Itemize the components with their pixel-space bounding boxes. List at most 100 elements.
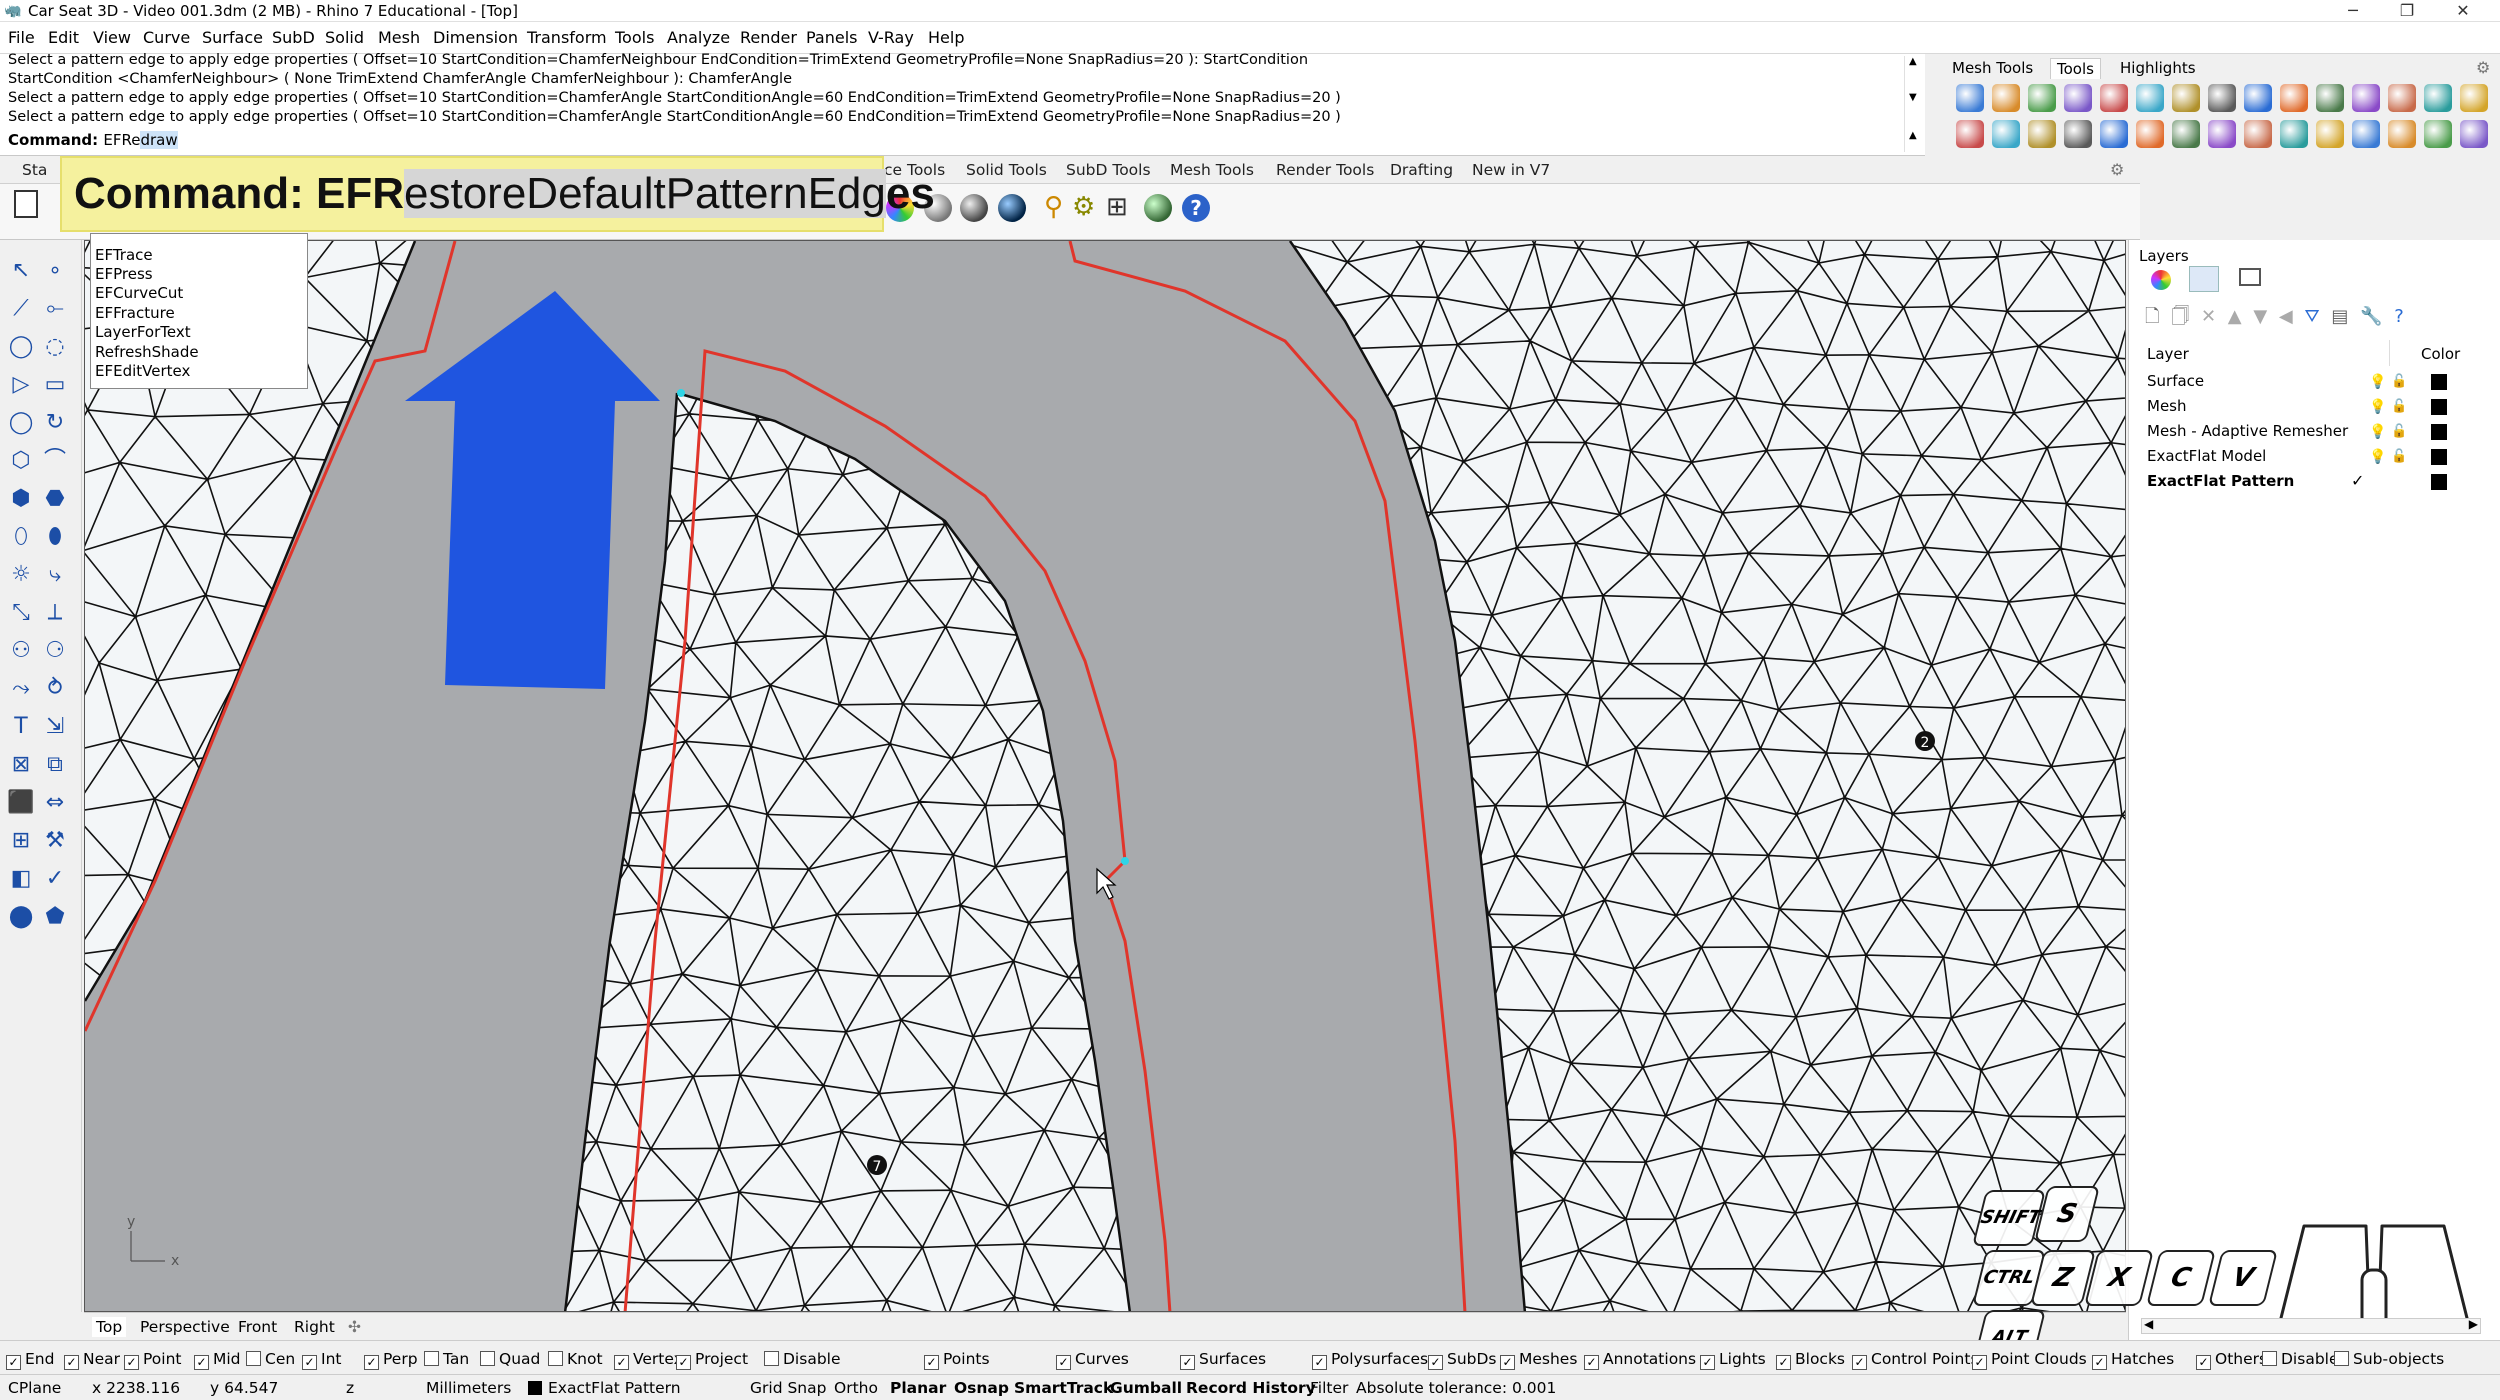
command-prompt[interactable]: Command: EFRedraw <box>8 130 178 150</box>
filter-points[interactable]: ✓ Points <box>924 1349 990 1370</box>
tab-standard[interactable]: Sta <box>22 160 47 180</box>
cplane-label[interactable]: CPlane <box>8 1378 61 1398</box>
checkbox[interactable]: ✓ <box>1180 1355 1195 1370</box>
scroll-spin-icon[interactable]: ▲ <box>1909 130 1917 141</box>
layer-color-swatch[interactable] <box>2431 449 2447 465</box>
move-up-icon[interactable]: ▲ <box>2228 306 2242 327</box>
filter-icon[interactable]: ⛛ <box>2305 306 2320 327</box>
checkbox[interactable]: ✓ <box>614 1355 629 1370</box>
rendered-sphere-icon[interactable] <box>960 194 988 222</box>
mesh-tool-icon[interactable] <box>2172 84 2200 112</box>
tab-top-viewport[interactable]: Top <box>92 1317 127 1337</box>
new-layer-icon[interactable]: 🗋 <box>2145 306 2159 327</box>
checkbox[interactable]: ✓ <box>1776 1355 1791 1370</box>
mesh-tool-icon[interactable] <box>2460 84 2488 112</box>
checkbox[interactable] <box>424 1351 439 1366</box>
text-tool-icon[interactable]: T <box>6 712 36 742</box>
visibility-bulb-icon[interactable]: 💡 <box>2369 424 2386 440</box>
filter-hatches[interactable]: ✓ Hatches <box>2092 1349 2174 1370</box>
mesh-tool-icon[interactable] <box>2136 120 2164 148</box>
checkbox[interactable]: ✓ <box>1312 1355 1327 1370</box>
layer-color-swatch[interactable] <box>2431 424 2447 440</box>
autocomplete-item[interactable]: EFTrace <box>95 246 153 265</box>
paint-tool-icon[interactable]: ⬟ <box>40 902 70 932</box>
osnap-disable[interactable]: Disable <box>764 1349 841 1369</box>
new-sublayer-icon[interactable]: 🗍 <box>2171 306 2189 327</box>
array-tool-icon[interactable]: ⧉ <box>40 750 70 780</box>
fillet-tool-icon[interactable]: ⚆ <box>40 636 70 666</box>
render-mesh-tool-icon[interactable]: ⬛ <box>6 788 36 818</box>
polyline-tool-icon[interactable]: ⟋ <box>6 294 36 324</box>
autocomplete-item[interactable]: EFFracture <box>95 304 175 323</box>
tab-drafting[interactable]: Drafting <box>1390 160 1453 180</box>
analyze-tool-icon[interactable]: ⚒ <box>40 826 70 856</box>
mesh-tool-icon[interactable] <box>2352 120 2380 148</box>
visibility-bulb-icon[interactable]: 💡 <box>2369 374 2386 390</box>
display-tab-icon[interactable] <box>2239 268 2261 286</box>
checkbox[interactable] <box>246 1351 261 1366</box>
surface-tool-icon[interactable]: ⬡ <box>6 446 36 476</box>
osnap-tan[interactable]: Tan <box>424 1349 469 1369</box>
ortho-toggle[interactable]: Ortho <box>834 1378 878 1398</box>
visibility-bulb-icon[interactable]: 💡 <box>2369 449 2386 465</box>
mesh-surface-right[interactable] <box>1254 241 2126 1312</box>
arc-tool-icon[interactable]: ◯ <box>6 408 36 438</box>
project-tool-icon[interactable]: ⟂ <box>40 598 70 628</box>
blend-tool-icon[interactable]: ⚇ <box>6 636 36 666</box>
menu-vray[interactable]: V-Ray <box>868 27 914 49</box>
point-tool-icon[interactable]: ∘ <box>40 256 70 286</box>
ellipse-tool-icon[interactable]: ◌ <box>40 332 70 362</box>
layers-tab-icon[interactable] <box>2189 266 2219 292</box>
filter-annotations[interactable]: ✓ Annotations <box>1584 1349 1696 1370</box>
checkbox[interactable]: ✓ <box>1500 1355 1515 1370</box>
record-history-toggle[interactable]: Record History <box>1186 1378 1316 1398</box>
viewport-canvas[interactable]: 2 7 y x <box>85 241 2126 1312</box>
filter-polysurfaces[interactable]: ✓ Polysurfaces <box>1312 1349 1428 1370</box>
lock-open-icon[interactable]: 🔓 <box>2391 399 2407 415</box>
rectangle-tool-icon[interactable]: ▭ <box>40 370 70 400</box>
osnap-point[interactable]: ✓ Point <box>124 1349 182 1370</box>
mesh-tool-icon[interactable] <box>2028 84 2056 112</box>
snap-grid-icon[interactable]: ⊞ <box>1106 192 1128 222</box>
offset-tool-icon[interactable]: ⤳ <box>6 674 36 704</box>
curve-tool-icon[interactable]: ⟜ <box>40 294 70 324</box>
menu-mesh[interactable]: Mesh <box>378 27 420 49</box>
mesh-tool-icon[interactable] <box>2100 84 2128 112</box>
checkbox[interactable]: ✓ <box>2092 1355 2107 1370</box>
select-tool-icon[interactable]: ↖ <box>6 256 36 286</box>
mesh-tool-icon[interactable] <box>2388 84 2416 112</box>
new-document-icon[interactable] <box>14 190 38 218</box>
mesh-tool-icon[interactable] <box>2100 120 2128 148</box>
tab-tools[interactable]: Tools <box>2050 58 2101 79</box>
tab-mesh-tools-main[interactable]: Mesh Tools <box>1170 160 1254 180</box>
loft-tool-icon[interactable]: ⌒ <box>40 446 70 476</box>
extrude-tool-icon[interactable]: ⬯ <box>6 522 36 552</box>
settings-gear-icon[interactable]: ⚙ <box>1072 192 1095 222</box>
boolean-tool-icon[interactable]: ⬣ <box>40 484 70 514</box>
grid-snap-toggle[interactable]: Grid Snap <box>750 1378 826 1398</box>
cylinder-tool-icon[interactable]: ⬮ <box>40 522 70 552</box>
history-scrollbar[interactable]: ▲ ▼ ▲ <box>1904 56 1922 152</box>
layer-column-header[interactable]: Layer <box>2147 344 2189 364</box>
cycle-tool-icon[interactable]: ⥁ <box>40 674 70 704</box>
grid-tool-icon[interactable]: ⊞ <box>6 826 36 856</box>
arrow-curve-tool-icon[interactable]: ⤷ <box>40 560 70 590</box>
tab-mesh-tools[interactable]: Mesh Tools <box>1946 58 2039 78</box>
environment-icon[interactable] <box>1144 194 1172 222</box>
menu-file[interactable]: File <box>8 27 35 49</box>
checkbox[interactable] <box>764 1351 779 1366</box>
gear-icon[interactable]: ⚙ <box>2110 160 2124 179</box>
menu-solid[interactable]: Solid <box>325 27 364 49</box>
osnap-toggle[interactable]: Osnap <box>954 1378 1009 1398</box>
autocomplete-item[interactable]: LayerForText <box>95 323 191 342</box>
filter-disable[interactable]: Disable <box>2262 1349 2339 1369</box>
tab-highlights[interactable]: Highlights <box>2114 58 2202 78</box>
checkbox[interactable]: ✓ <box>924 1355 939 1370</box>
scroll-right-icon[interactable]: ▶ <box>2469 1317 2478 1331</box>
checkbox[interactable]: ✓ <box>1852 1355 1867 1370</box>
layer-row-mesh[interactable]: Mesh <box>2147 395 2187 417</box>
checkbox[interactable]: ✓ <box>6 1355 21 1370</box>
light-tool-icon[interactable]: ☼ <box>6 560 36 590</box>
sphere-tool-icon[interactable]: ⬤ <box>6 902 36 932</box>
osnap-near[interactable]: ✓ Near <box>64 1349 120 1370</box>
